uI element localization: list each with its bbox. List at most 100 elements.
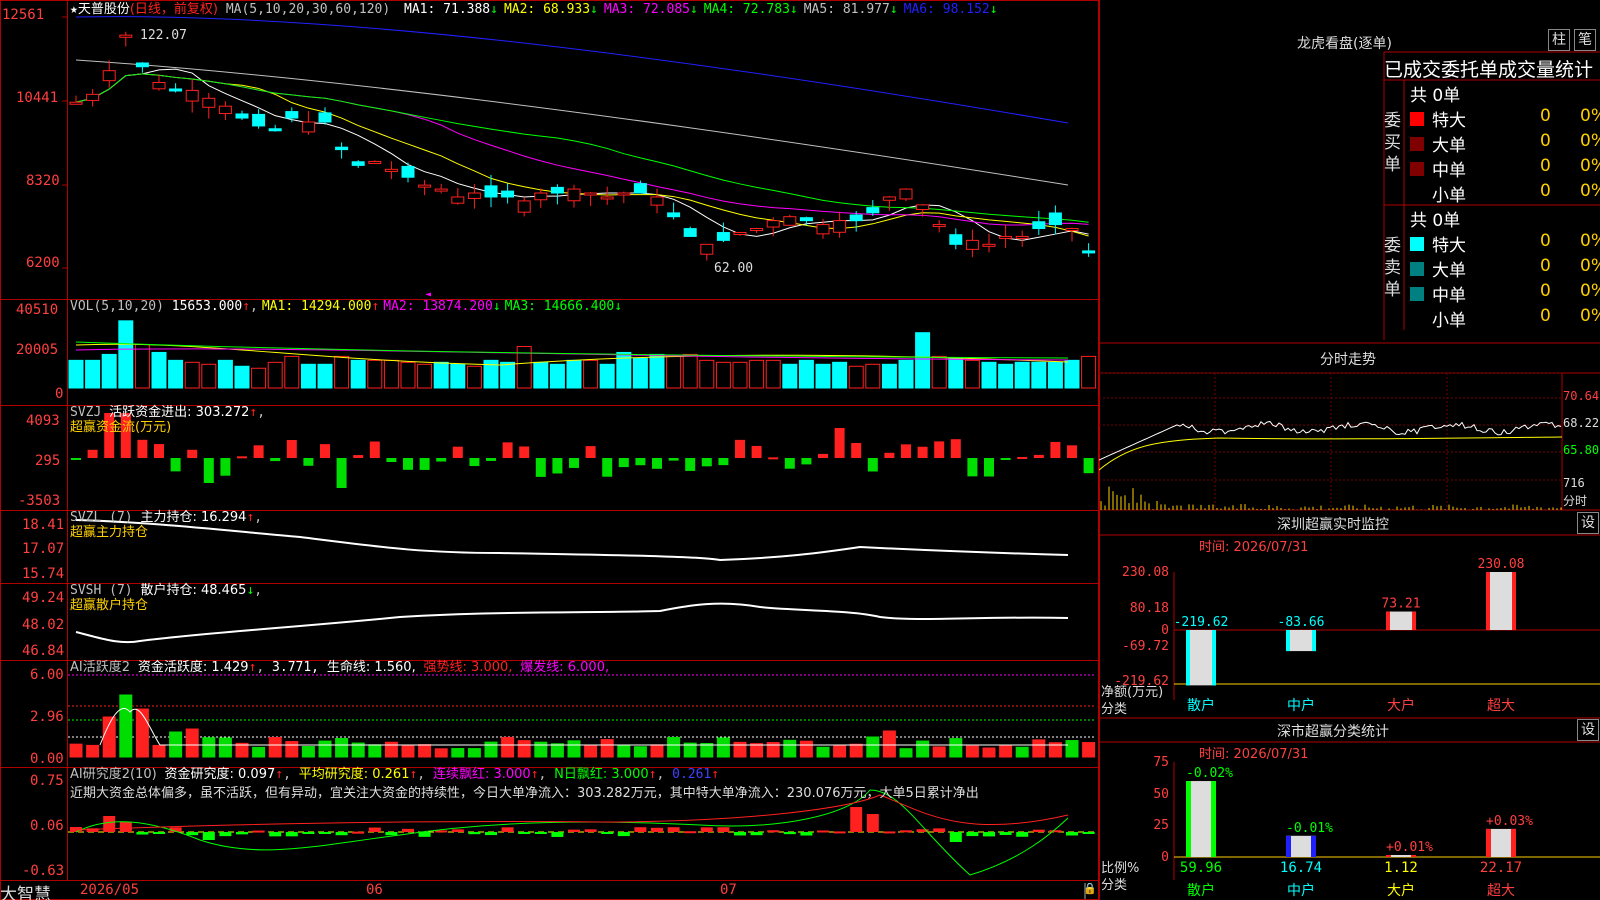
volume-bar [649,353,665,389]
class-bar-edge [1386,855,1391,857]
down-arrow-icon: ↓ [490,2,498,17]
flow-bar [751,445,762,458]
vol-value: 15653.000 [171,299,243,314]
research-bar [485,832,497,836]
volume-bar [533,361,549,389]
down-arrow-icon: ↓ [590,2,598,17]
research-bar [684,831,697,834]
buy-side-label: 委买单 [1384,111,1401,175]
avg-research-value: 平均研究度: 0.261 [298,767,410,782]
y-label: 716 [1563,476,1585,490]
flow-bar [535,458,546,477]
activity-bar [849,743,863,758]
lifeline-value: 生命线: 1.560, [326,660,416,675]
sz-monitor-time: 时间: 2026/07/31 [1199,540,1309,555]
research-bar [468,832,481,835]
activity-bar [451,748,465,758]
value-label: 73.21 [1381,597,1420,612]
stock-name[interactable]: 天普股份 [78,2,130,17]
ai-active-title: AI活跃度2 [70,660,130,675]
activity-bar [467,748,481,758]
value-label: -83.66 [1278,615,1325,630]
row-name: 小单 [1432,186,1466,206]
lhb-row: 大单 0 0% [1410,131,1600,156]
candle [318,112,332,123]
volume-bar [217,359,233,389]
star-icon[interactable]: ★ [70,2,78,17]
research-bar [319,832,331,834]
research-bar [717,827,730,832]
flow-bar [253,445,264,458]
volume-bar [151,351,167,389]
y-label: 50 [1153,787,1169,802]
research-value: 资金研究度: 0.097 [164,767,276,782]
tab-bar-chart[interactable]: 柱 [1548,29,1570,51]
ai-active-value: 资金活跃度: 1.429 [137,660,249,675]
chart-area[interactable]: ◄ [0,0,1099,900]
frame [0,0,1099,900]
candle [119,34,133,38]
candle [600,196,614,200]
ma-value-4: MA4: 72.783 [703,2,790,17]
settings-button[interactable]: 设 [1577,512,1599,534]
activity-bar [102,716,116,758]
activity-bar [650,744,664,758]
row-pct: 0% [1580,231,1600,251]
activity-bar [301,745,315,758]
candle [1082,250,1096,254]
activity-bar [1065,740,1079,758]
volume-bar [599,363,615,389]
activity-bar [882,730,896,758]
svsh-subtitle: 超赢散户持仓 [70,598,149,613]
value-label: 230.08 [1478,557,1525,572]
volume-bar [184,361,200,389]
ma-value-5: MA5: 81.977 [803,2,890,17]
flow-bar [71,458,81,460]
down-arrow-icon: ↓ [689,2,698,17]
flow-bar [602,458,613,477]
activity-bar [268,736,282,758]
candle [418,184,432,188]
main-header: ★天普股份(日线，前复权) MA(5,10,20,30,60,120) MA1:… [70,2,998,18]
flow-bar [1083,458,1094,474]
color-swatch [1410,162,1424,176]
ma60-line [75,59,1069,186]
row-count: 0 [1540,281,1551,301]
candle [716,232,730,241]
flow-bar [801,458,812,465]
category-label: 散户 [1187,697,1215,714]
candle [999,235,1013,239]
activity-bar [965,745,979,758]
flow-bar [452,446,463,458]
volume-bar [433,361,449,389]
activity-bar [633,746,647,758]
lhb-row: 小单 0 0% [1410,306,1600,331]
settings-button[interactable]: 设 [1577,719,1599,741]
sz-bar-edge [1386,611,1390,630]
volume-bar [168,359,184,389]
y-label: 25 [1153,818,1169,833]
y-label: 46.84 [22,643,65,659]
row-pct: 0% [1580,306,1600,326]
flow-bar [967,458,978,477]
volume-bar [749,359,765,389]
lock-icon[interactable]: 🔒 [1083,882,1097,895]
flow-bar [901,444,911,458]
y-label: 分时 [1563,494,1588,508]
research-bar [817,830,829,833]
candle [69,101,83,105]
candle [700,243,714,255]
volume-bar [666,355,682,389]
brand-logo: 大智慧 [0,885,51,900]
color-swatch [1410,237,1424,251]
ma-label: MA(5,10,20,30,60,120) [225,2,391,17]
candle [849,214,863,222]
flow-bar [685,458,696,471]
research-bar [518,832,531,834]
research-bar [734,832,746,836]
volume-bar [782,363,798,389]
research-bar [568,829,580,832]
activity-bar [335,738,349,758]
tab-tick[interactable]: 笔 [1574,29,1596,51]
ma20-line [75,73,1089,226]
